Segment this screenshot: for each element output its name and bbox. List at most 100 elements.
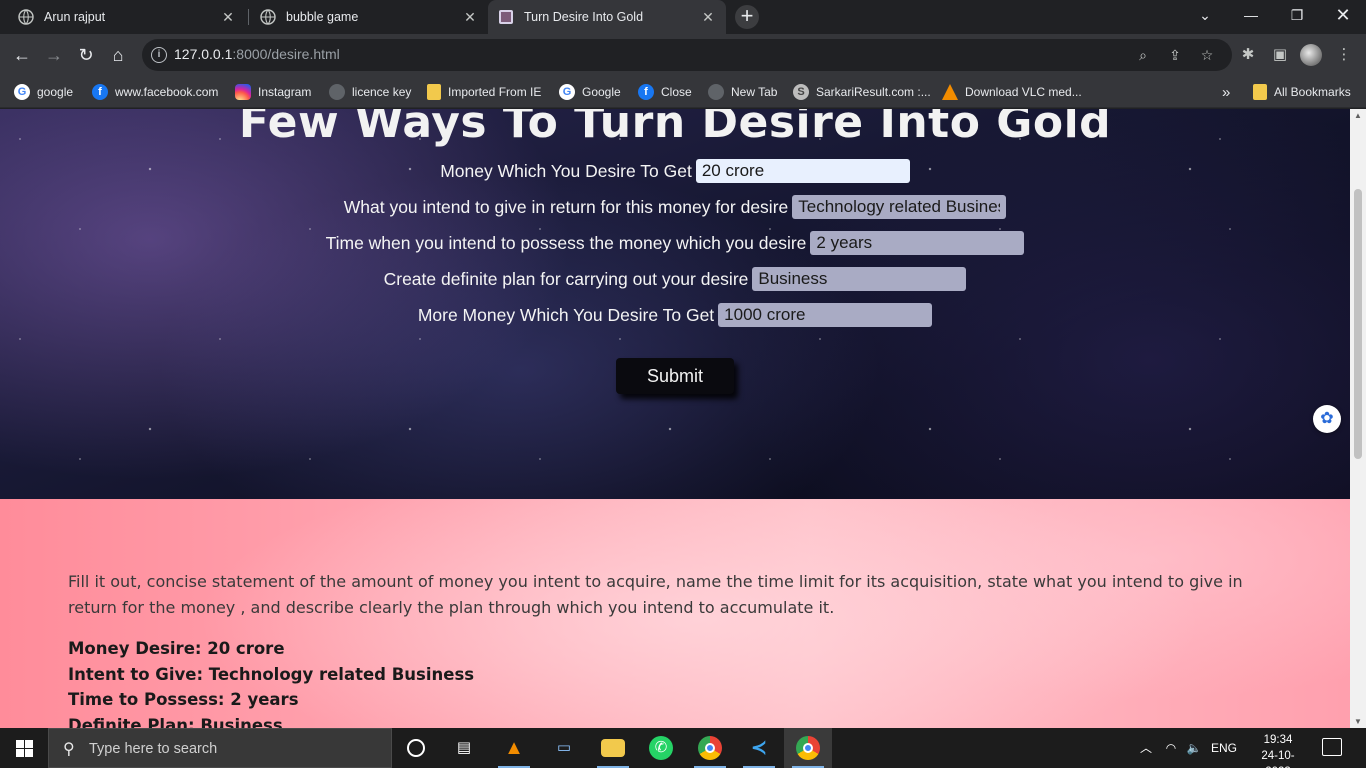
- clock-date: 24-10-2023: [1261, 750, 1295, 768]
- bookmark-vlc[interactable]: Download VLC med...: [942, 82, 1082, 102]
- cortana-icon[interactable]: [392, 728, 440, 768]
- globe-icon: [260, 9, 276, 25]
- time-to-possess-input[interactable]: [810, 231, 1025, 255]
- field-label: Money Which You Desire To Get: [440, 160, 692, 181]
- bookmark-star-icon[interactable]: ☆: [1199, 47, 1215, 63]
- bookmark-label: New Tab: [731, 85, 778, 99]
- google-icon: G: [14, 84, 30, 100]
- more-money-input[interactable]: [718, 303, 933, 327]
- tab-separator: [248, 9, 249, 25]
- clock[interactable]: 19:34 24-10-2023: [1252, 732, 1304, 768]
- hero-section: Few Ways To Turn Desire Into Gold Money …: [0, 109, 1350, 499]
- tab-turn-desire-into-gold[interactable]: Turn Desire Into Gold ✕: [488, 0, 726, 34]
- home-icon[interactable]: ⌂: [105, 42, 131, 68]
- tab-search-chevron-icon[interactable]: ⌄: [1182, 0, 1228, 34]
- close-icon[interactable]: ✕: [700, 9, 716, 25]
- close-icon[interactable]: ✕: [220, 9, 236, 25]
- summary-list: Money Desire: 20 crore Intent to Give: T…: [68, 636, 474, 728]
- assistant-widget-icon[interactable]: ✿: [1313, 405, 1341, 433]
- bookmark-label: google: [37, 85, 74, 99]
- scroll-down-icon[interactable]: ▼: [1354, 717, 1362, 726]
- network-icon[interactable]: ◠: [1160, 728, 1182, 768]
- language-indicator[interactable]: ENG: [1208, 728, 1240, 768]
- extensions-icon[interactable]: ✱: [1238, 45, 1258, 65]
- bookmark-google-2[interactable]: G Google: [559, 82, 621, 102]
- reload-icon[interactable]: ↻: [73, 42, 99, 68]
- summary-intent-to-give: Intent to Give: Technology related Busin…: [68, 664, 475, 684]
- intent-to-give-input[interactable]: [792, 195, 1007, 219]
- profile-avatar[interactable]: [1300, 44, 1322, 66]
- sarkari-icon: S: [793, 84, 809, 100]
- new-tab-button[interactable]: +: [735, 5, 759, 29]
- definite-plan-input[interactable]: [752, 267, 967, 291]
- submit-button[interactable]: Submit: [616, 358, 734, 394]
- form-row-time: Time when you intend to possess the mone…: [0, 230, 1350, 256]
- file-explorer-icon[interactable]: [589, 728, 637, 768]
- bookmark-label: Google: [582, 85, 621, 99]
- minimize-icon[interactable]: —: [1228, 0, 1274, 34]
- pc-taskbar-icon[interactable]: ▭: [540, 728, 588, 768]
- vlc-taskbar-icon[interactable]: ▲: [490, 728, 538, 768]
- menu-icon[interactable]: ⋮: [1334, 45, 1354, 65]
- bookmark-label: Close: [661, 85, 692, 99]
- bookmark-label: www.facebook.com: [115, 85, 219, 99]
- bookmark-facebook[interactable]: f www.facebook.com: [92, 82, 218, 102]
- volume-icon[interactable]: 🔈: [1183, 728, 1205, 768]
- page-viewport: Few Ways To Turn Desire Into Gold Money …: [0, 109, 1350, 728]
- facebook-icon: f: [638, 84, 654, 100]
- restore-icon[interactable]: ❐: [1274, 0, 1320, 34]
- site-info-icon[interactable]: i: [151, 47, 167, 63]
- field-label: What you intend to give in return for th…: [343, 196, 789, 217]
- bookmark-new-tab[interactable]: New Tab: [708, 82, 777, 102]
- instagram-icon: [235, 84, 251, 100]
- more-bookmarks-chevron-icon[interactable]: »: [1222, 82, 1230, 102]
- globe-icon: [329, 84, 345, 100]
- bookmarks-bar: Ggoogle f www.facebook.com Instagram lice…: [0, 76, 1366, 108]
- form-row-intent: What you intend to give in return for th…: [0, 194, 1350, 220]
- tab-title: bubble game: [286, 10, 359, 24]
- windows-start-icon[interactable]: [0, 728, 48, 768]
- scroll-up-icon[interactable]: ▲: [1354, 111, 1362, 120]
- page-title: Few Ways To Turn Desire Into Gold: [238, 109, 1112, 148]
- vscode-icon[interactable]: ≺: [735, 728, 783, 768]
- bookmark-imported-from-ie[interactable]: Imported From IE: [427, 82, 541, 102]
- close-icon[interactable]: ✕: [462, 9, 478, 25]
- page-favicon-icon: [498, 9, 514, 25]
- tab-bubble-game[interactable]: bubble game ✕: [250, 0, 488, 34]
- money-desire-input[interactable]: [695, 159, 910, 183]
- search-icon: ⚲: [63, 741, 75, 758]
- scrollbar-thumb[interactable]: [1354, 189, 1362, 459]
- chrome-active-icon[interactable]: [784, 728, 832, 768]
- bookmark-label: Imported From IE: [448, 85, 542, 99]
- url-text[interactable]: 127.0.0.1:8000/desire.html: [174, 46, 340, 62]
- address-bar[interactable]: i 127.0.0.1:8000/desire.html ⌕ ⇪ ☆: [142, 39, 1232, 71]
- tab-arun-rajput[interactable]: Arun rajput ✕: [8, 0, 246, 34]
- side-panel-icon[interactable]: ▣: [1270, 45, 1290, 65]
- taskbar-search-box[interactable]: ⚲ Type here to search: [48, 728, 392, 768]
- form-row-more-money: More Money Which You Desire To Get: [0, 302, 1350, 328]
- bookmark-google[interactable]: Ggoogle: [14, 82, 73, 102]
- bookmark-licence-key[interactable]: licence key: [329, 82, 411, 102]
- forward-arrow-icon[interactable]: →: [41, 42, 67, 68]
- window-close-icon[interactable]: ✕: [1320, 0, 1366, 34]
- notification-icon[interactable]: [1322, 738, 1342, 756]
- folder-icon: [427, 84, 441, 100]
- bookmark-label: Download VLC med...: [965, 85, 1082, 99]
- bookmark-instagram[interactable]: Instagram: [235, 82, 311, 102]
- bookmark-sarkariresult[interactable]: S SarkariResult.com :...: [793, 82, 931, 102]
- form-row-money: Money Which You Desire To Get: [0, 158, 1350, 184]
- field-label: More Money Which You Desire To Get: [417, 304, 715, 325]
- bookmark-label: All Bookmarks: [1274, 85, 1351, 99]
- page-scrollbar[interactable]: ▲ ▼: [1350, 109, 1366, 728]
- whatsapp-icon[interactable]: ✆: [637, 728, 685, 768]
- chrome-icon[interactable]: [686, 728, 734, 768]
- bookmark-close[interactable]: f Close: [638, 82, 692, 102]
- globe-icon: [18, 9, 34, 25]
- zoom-icon[interactable]: ⌕: [1135, 47, 1151, 63]
- share-icon[interactable]: ⇪: [1167, 47, 1183, 63]
- back-arrow-icon[interactable]: ←: [9, 42, 35, 68]
- task-view-icon[interactable]: ▤: [440, 728, 488, 768]
- all-bookmarks[interactable]: All Bookmarks: [1253, 82, 1351, 102]
- tray-chevron-up-icon[interactable]: ︿: [1136, 728, 1156, 768]
- summary-time-to-possess: Time to Possess: 2 years: [68, 690, 299, 709]
